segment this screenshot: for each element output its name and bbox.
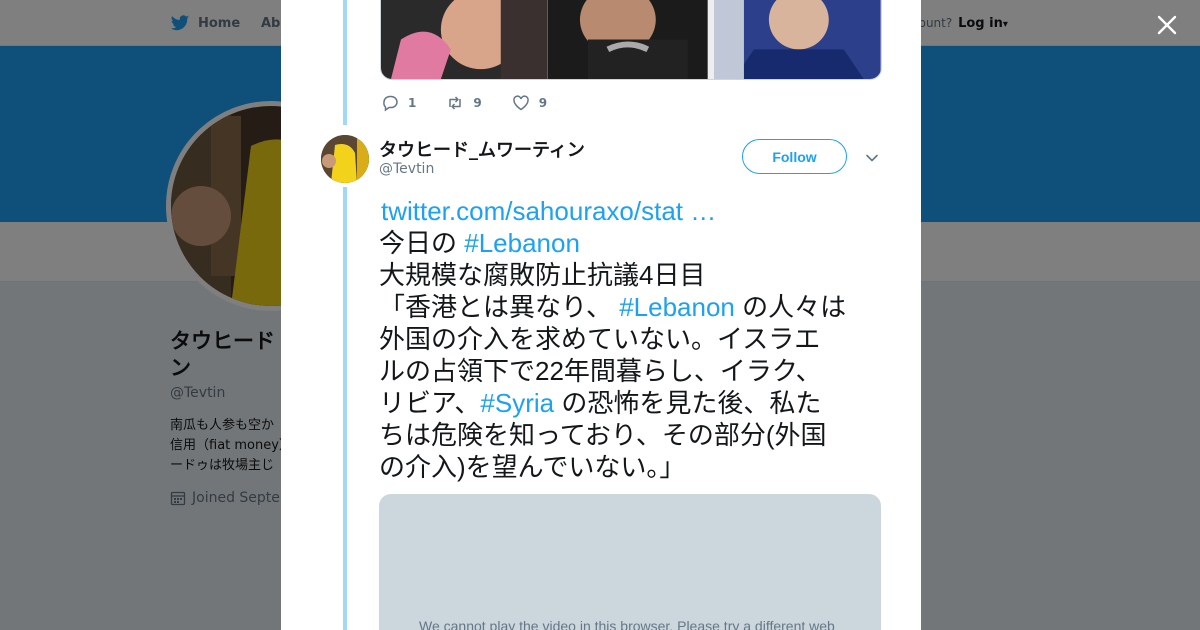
video-unsupported-message: We cannot play the video in this browser…: [419, 618, 835, 630]
previous-tweet-media[interactable]: [380, 0, 882, 80]
tweet-line-text: リビア、: [379, 388, 481, 418]
tweet-line: twitter.com/sahouraxo/stat …: [381, 195, 889, 227]
embedded-video[interactable]: We cannot play the video in this browser…: [379, 494, 881, 630]
reply-count: 1: [408, 96, 417, 110]
tweet-line: 外国の介入を求めていない。イスラエ: [379, 324, 821, 354]
tweet-author-avatar[interactable]: [321, 135, 369, 183]
tweet-author-handle[interactable]: @Tevtin: [379, 161, 434, 177]
close-icon[interactable]: [1154, 12, 1180, 38]
tweet-line-text: 今日の: [379, 228, 465, 258]
hashtag-syria[interactable]: #Syria: [480, 388, 554, 418]
like-count: 9: [538, 96, 548, 110]
media-photo[interactable]: [714, 0, 881, 79]
tweet-line-text: の恐怖を見た後、私た: [554, 388, 822, 418]
like-button[interactable]: 9: [512, 94, 547, 112]
chevron-down-icon[interactable]: [864, 150, 880, 166]
media-photo[interactable]: [547, 0, 715, 79]
reply-icon: [383, 95, 398, 112]
tweet-text: twitter.com/sahouraxo/stat … 今日の #Lebano…: [379, 195, 889, 483]
hashtag-lebanon[interactable]: #Lebanon: [464, 228, 580, 258]
tweet-line: 「香港とは異なり、 #Lebanon の人々は: [379, 291, 889, 323]
tweet-line-text: の人々は: [734, 292, 847, 322]
tweet-modal: 1 9 9 タウヒード_ムワーティン @Tevtin Follow twitte…: [281, 0, 921, 630]
tweet-line: ルの占領下で22年間暮らし、イラク、: [379, 356, 822, 386]
retweet-icon: [449, 96, 462, 110]
tweet-line: 大規模な腐敗防止抗議4日目: [379, 260, 706, 290]
hashtag-lebanon[interactable]: #Lebanon: [619, 292, 735, 322]
tweet-line: リビア、#Syria の恐怖を見た後、私た: [379, 387, 889, 419]
tweet-link[interactable]: twitter.com/sahouraxo/stat …: [381, 196, 716, 226]
like-icon: [512, 95, 529, 111]
tweet-line: ちは危険を知っており、その部分(外国: [379, 420, 827, 450]
tweet-line: 今日の #Lebanon: [379, 227, 889, 259]
retweet-count: 9: [473, 96, 482, 110]
tweet-author-name[interactable]: タウヒード_ムワーティン: [379, 136, 585, 162]
tweet-line-text: 「香港とは異なり、: [379, 292, 620, 322]
tweet-line: の介入)を望んでいない。」: [379, 452, 686, 482]
retweet-button[interactable]: 9: [446, 94, 482, 112]
thread-connector-line: [343, 0, 347, 125]
follow-button[interactable]: Follow: [742, 139, 847, 174]
avatar-image: [321, 135, 369, 183]
thread-connector-line: [343, 187, 347, 630]
previous-tweet-actions: 1 9 9: [381, 94, 577, 112]
reply-button[interactable]: 1: [381, 94, 416, 112]
media-photo[interactable]: [381, 0, 548, 79]
